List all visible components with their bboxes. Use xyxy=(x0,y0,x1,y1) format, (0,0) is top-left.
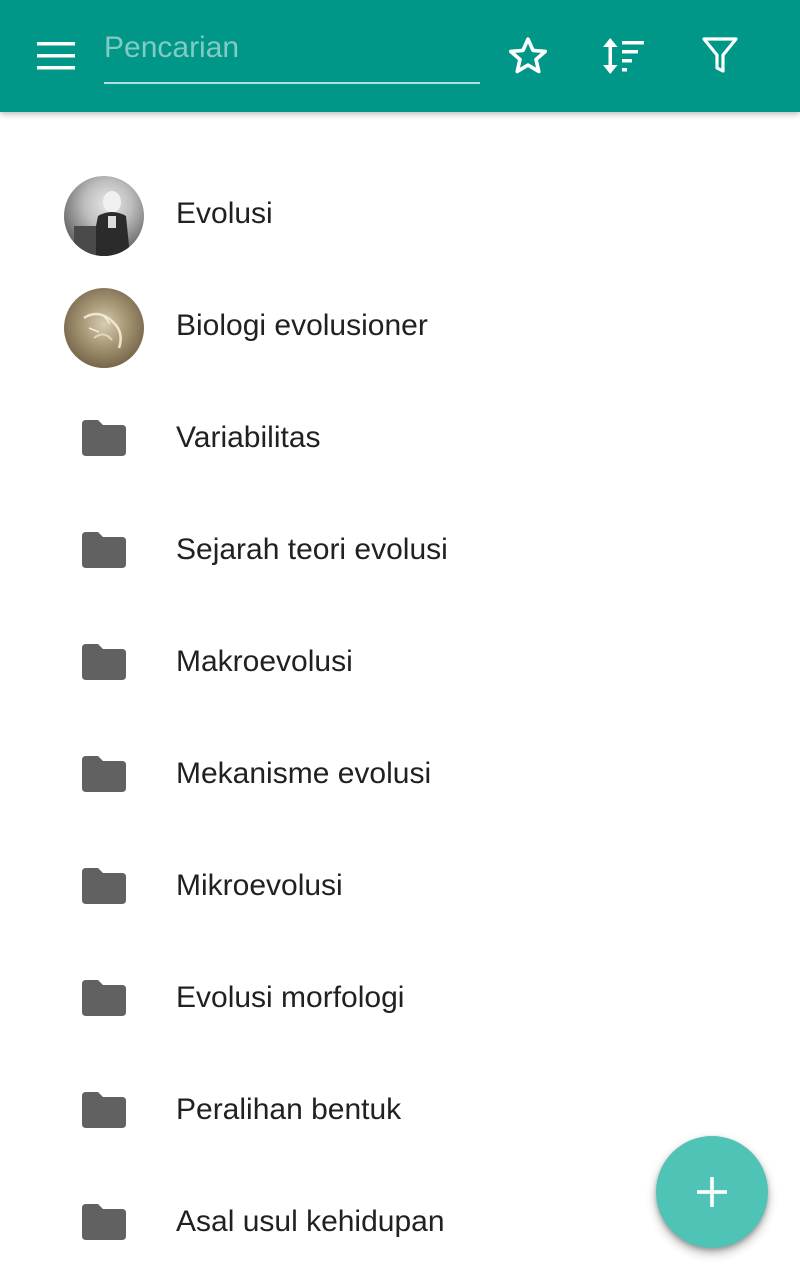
list-item[interactable]: Variabilitas xyxy=(0,384,800,496)
avatar xyxy=(64,176,144,256)
search-field[interactable] xyxy=(104,22,480,84)
list-item[interactable]: Evolusi morfologi xyxy=(0,944,800,1056)
list-item[interactable]: Evolusi xyxy=(0,160,800,272)
folder-icon xyxy=(82,1204,126,1240)
menu-button[interactable] xyxy=(22,28,90,84)
list-item-label: Peralihan bentuk xyxy=(176,1093,402,1126)
sort-button[interactable] xyxy=(590,26,656,86)
star-outline-icon xyxy=(508,37,548,74)
filter-icon xyxy=(702,37,738,73)
list-item[interactable]: Mekanisme evolusi xyxy=(0,720,800,832)
filter-button[interactable] xyxy=(688,26,752,86)
list-item-label: Asal usul kehidupan xyxy=(176,1205,445,1238)
list-item-label: Biologi evolusioner xyxy=(176,309,428,342)
list-item[interactable]: Makroevolusi xyxy=(0,608,800,720)
sort-icon xyxy=(603,38,644,74)
folder-icon xyxy=(82,868,126,904)
list-item-label: Variabilitas xyxy=(176,421,321,454)
list-item[interactable]: Biologi evolusioner xyxy=(0,272,800,384)
list-item-label: Sejarah teori evolusi xyxy=(176,533,448,566)
add-button[interactable] xyxy=(656,1136,768,1248)
list-item-label: Makroevolusi xyxy=(176,645,353,678)
folder-icon xyxy=(82,420,126,456)
list-item[interactable]: Mikroevolusi xyxy=(0,832,800,944)
list-item[interactable]: Sejarah teori evolusi xyxy=(0,496,800,608)
list-item-label: Evolusi morfologi xyxy=(176,981,405,1014)
folder-icon xyxy=(82,756,126,792)
fossil-icon xyxy=(83,312,122,349)
search-input[interactable] xyxy=(104,26,480,70)
list-item-label: Mikroevolusi xyxy=(176,869,343,902)
category-list: Evolusi Biologi evolusioner Variabilitas… xyxy=(0,160,800,1280)
avatar xyxy=(64,288,144,368)
folder-icon xyxy=(82,980,126,1016)
folder-icon xyxy=(82,644,126,680)
favorites-button[interactable] xyxy=(496,26,560,86)
portrait-icon xyxy=(74,191,130,256)
plus-icon xyxy=(697,1177,727,1207)
list-item-label: Mekanisme evolusi xyxy=(176,757,432,790)
menu-icon xyxy=(37,42,75,70)
folder-icon xyxy=(82,532,126,568)
app-toolbar xyxy=(0,0,800,112)
folder-icon xyxy=(82,1092,126,1128)
list-item-label: Evolusi xyxy=(176,197,273,230)
